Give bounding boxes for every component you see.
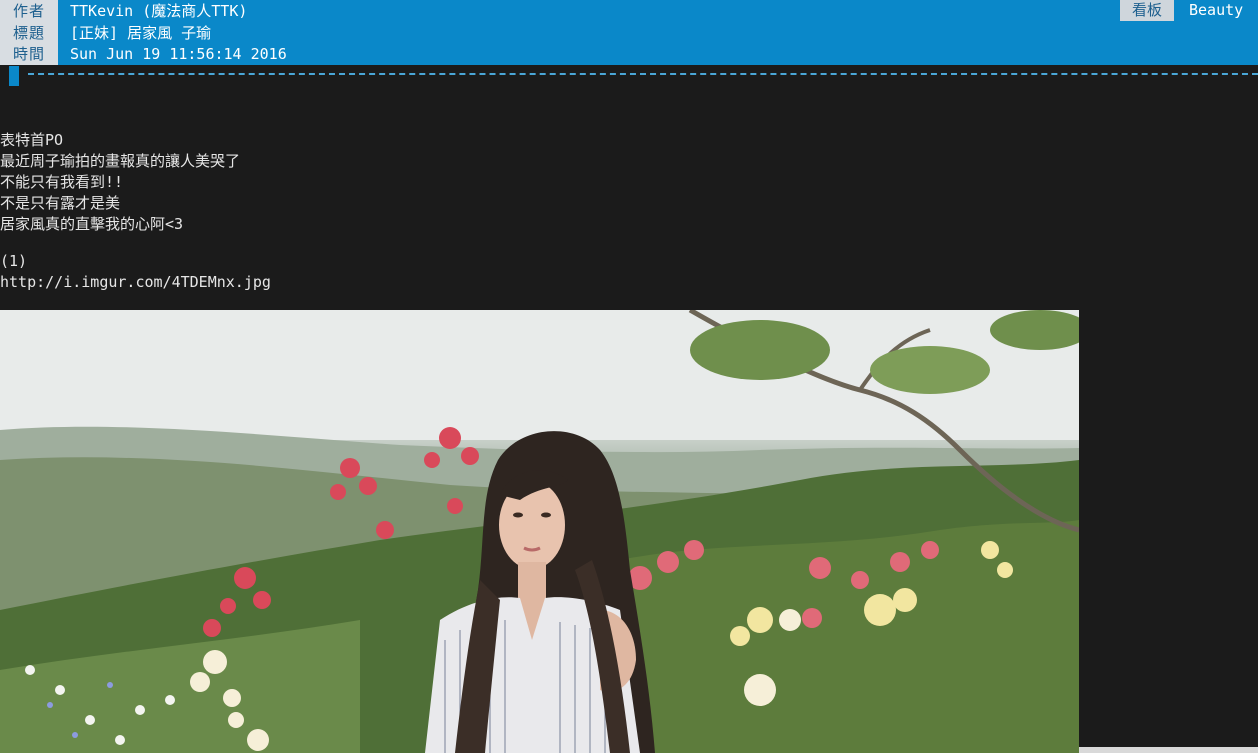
body-line: 不能只有我看到!! bbox=[0, 173, 124, 191]
image-link[interactable]: http://i.imgur.com/4TDEMnx.jpg bbox=[0, 272, 1258, 293]
title-value: [正妹] 居家風 子瑜 bbox=[70, 24, 212, 42]
header-divider bbox=[28, 73, 1258, 75]
author-value: TTKevin (魔法商人TTK) bbox=[70, 2, 248, 20]
time-row: 時間 Sun Jun 19 11:56:14 2016 bbox=[0, 43, 1258, 65]
body-line: 居家風真的直擊我的心阿<3 bbox=[0, 215, 184, 233]
title-label: 標題 bbox=[0, 22, 58, 44]
inline-photo[interactable] bbox=[0, 310, 1079, 753]
board-label: 看板 bbox=[1120, 0, 1174, 21]
photo-illustration bbox=[0, 310, 1079, 753]
body-line: 最近周子瑜拍的畫報真的讓人美哭了 bbox=[0, 152, 241, 170]
terminal-cursor bbox=[9, 66, 19, 86]
author-row: 作者 TTKevin (魔法商人TTK) 看板 Beauty bbox=[0, 0, 1258, 22]
author-label: 作者 bbox=[0, 0, 58, 22]
body-line: 不是只有露才是美 bbox=[0, 194, 121, 212]
body-line: 表特首PO bbox=[0, 131, 64, 149]
time-value: Sun Jun 19 11:56:14 2016 bbox=[70, 45, 287, 63]
time-label: 時間 bbox=[0, 43, 58, 65]
bottom-strip bbox=[1079, 747, 1258, 753]
board-value[interactable]: Beauty bbox=[1189, 0, 1243, 21]
title-row: 標題 [正妹] 居家風 子瑜 bbox=[0, 22, 1258, 44]
image-index: (1) bbox=[0, 252, 28, 270]
right-margin bbox=[1079, 310, 1258, 753]
article-body: 表特首PO 最近周子瑜拍的畫報真的讓人美哭了 不能只有我看到!! 不是只有露才是… bbox=[0, 130, 1258, 293]
article-header: 作者 TTKevin (魔法商人TTK) 看板 Beauty 標題 [正妹] 居… bbox=[0, 0, 1258, 65]
